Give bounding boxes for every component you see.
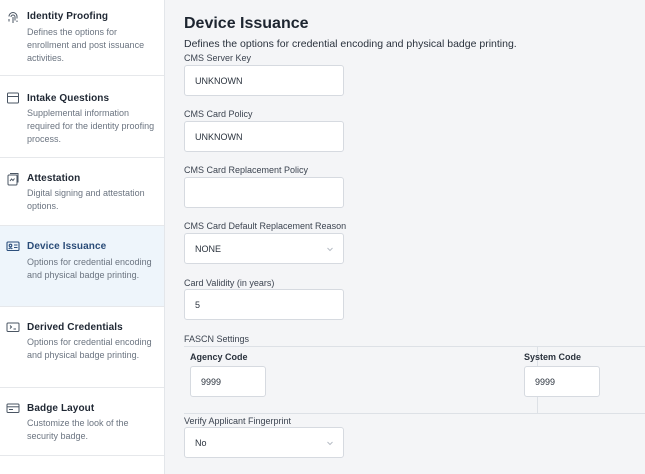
sidebar-item-title: Badge Layout xyxy=(27,403,95,414)
card-validity-input[interactable]: 5 xyxy=(184,289,344,320)
sidebar: Identity Proofing Defines the options fo… xyxy=(0,0,165,474)
sidebar-item-identity-proofing[interactable]: Identity Proofing Defines the options fo… xyxy=(0,0,164,76)
cms-card-default-replacement-reason-label: CMS Card Default Replacement Reason xyxy=(184,221,347,231)
agency-code-input[interactable]: 9999 xyxy=(190,366,266,397)
cms-card-policy-value: UNKNOWN xyxy=(195,131,243,142)
cms-server-key-input[interactable]: UNKNOWN xyxy=(184,65,344,96)
cms-server-key-value: UNKNOWN xyxy=(195,75,243,86)
cms-card-replacement-policy-label: CMS Card Replacement Policy xyxy=(184,165,309,175)
system-code-value: 9999 xyxy=(535,376,556,387)
card-validity-label: Card Validity (in years) xyxy=(184,278,275,288)
sidebar-item-derived-credentials[interactable]: Derived Credentials Options for credenti… xyxy=(0,307,164,388)
sidebar-item-badge-layout[interactable]: Badge Layout Customize the look of the s… xyxy=(0,388,164,456)
sidebar-item-attestation[interactable]: Attestation Digital signing and attestat… xyxy=(0,158,164,226)
cms-card-replacement-policy-input[interactable] xyxy=(184,177,344,208)
fascn-settings-group: Agency Code 9999 System Code 9999 xyxy=(184,346,645,414)
sidebar-item-title: Device Issuance xyxy=(27,241,107,252)
sidebar-item-device-issuance[interactable]: Device Issuance Options for credential e… xyxy=(0,226,164,307)
sidebar-item-intake-questions[interactable]: Intake Questions Supplemental informatio… xyxy=(0,76,164,158)
verify-applicant-fingerprint-value: No xyxy=(195,437,207,448)
cms-server-key-label: CMS Server Key xyxy=(184,53,252,63)
sidebar-item-title: Attestation xyxy=(27,173,81,184)
verify-applicant-fingerprint-select[interactable]: No xyxy=(184,427,344,458)
sidebar-item-desc: Digital signing and attestation options. xyxy=(27,188,145,211)
badge-layout-icon xyxy=(6,401,20,415)
id-card-icon xyxy=(6,239,20,253)
sidebar-item-desc: Options for credential encoding and phys… xyxy=(27,337,152,360)
fascn-settings-label: FASCN Settings xyxy=(184,334,250,344)
main-content: Device Issuance Defines the options for … xyxy=(165,0,645,474)
verify-applicant-fingerprint-label: Verify Applicant Fingerprint xyxy=(184,416,292,426)
sidebar-item-title: Identity Proofing xyxy=(27,11,109,22)
fingerprint-icon xyxy=(6,11,20,25)
derived-credential-icon xyxy=(6,320,20,334)
page-subtitle: Defines the options for credential encod… xyxy=(184,38,517,50)
sidebar-item-desc: Supplemental information required for th… xyxy=(27,108,155,144)
cms-card-policy-label: CMS Card Policy xyxy=(184,109,253,119)
chevron-down-icon xyxy=(326,439,334,447)
cms-card-default-replacement-reason-select[interactable]: NONE xyxy=(184,233,344,264)
agency-code-label: Agency Code xyxy=(190,352,248,362)
sidebar-item-desc: Options for credential encoding and phys… xyxy=(27,257,152,280)
agency-code-value: 9999 xyxy=(201,376,222,387)
system-code-input[interactable]: 9999 xyxy=(524,366,600,397)
sidebar-item-title: Derived Credentials xyxy=(27,322,123,333)
cms-card-default-replacement-reason-value: NONE xyxy=(195,243,222,254)
cms-card-policy-input[interactable]: UNKNOWN xyxy=(184,121,344,152)
sidebar-item-desc: Defines the options for enrollment and p… xyxy=(27,27,145,63)
sidebar-item-desc: Customize the look of the security badge… xyxy=(27,418,129,441)
sidebar-item-title: Intake Questions xyxy=(27,93,110,104)
signature-icon xyxy=(6,172,20,186)
chevron-down-icon xyxy=(326,245,334,253)
card-validity-value: 5 xyxy=(195,299,201,310)
inbox-icon xyxy=(6,91,20,105)
page-title: Device Issuance xyxy=(184,15,309,32)
system-code-label: System Code xyxy=(524,352,582,362)
